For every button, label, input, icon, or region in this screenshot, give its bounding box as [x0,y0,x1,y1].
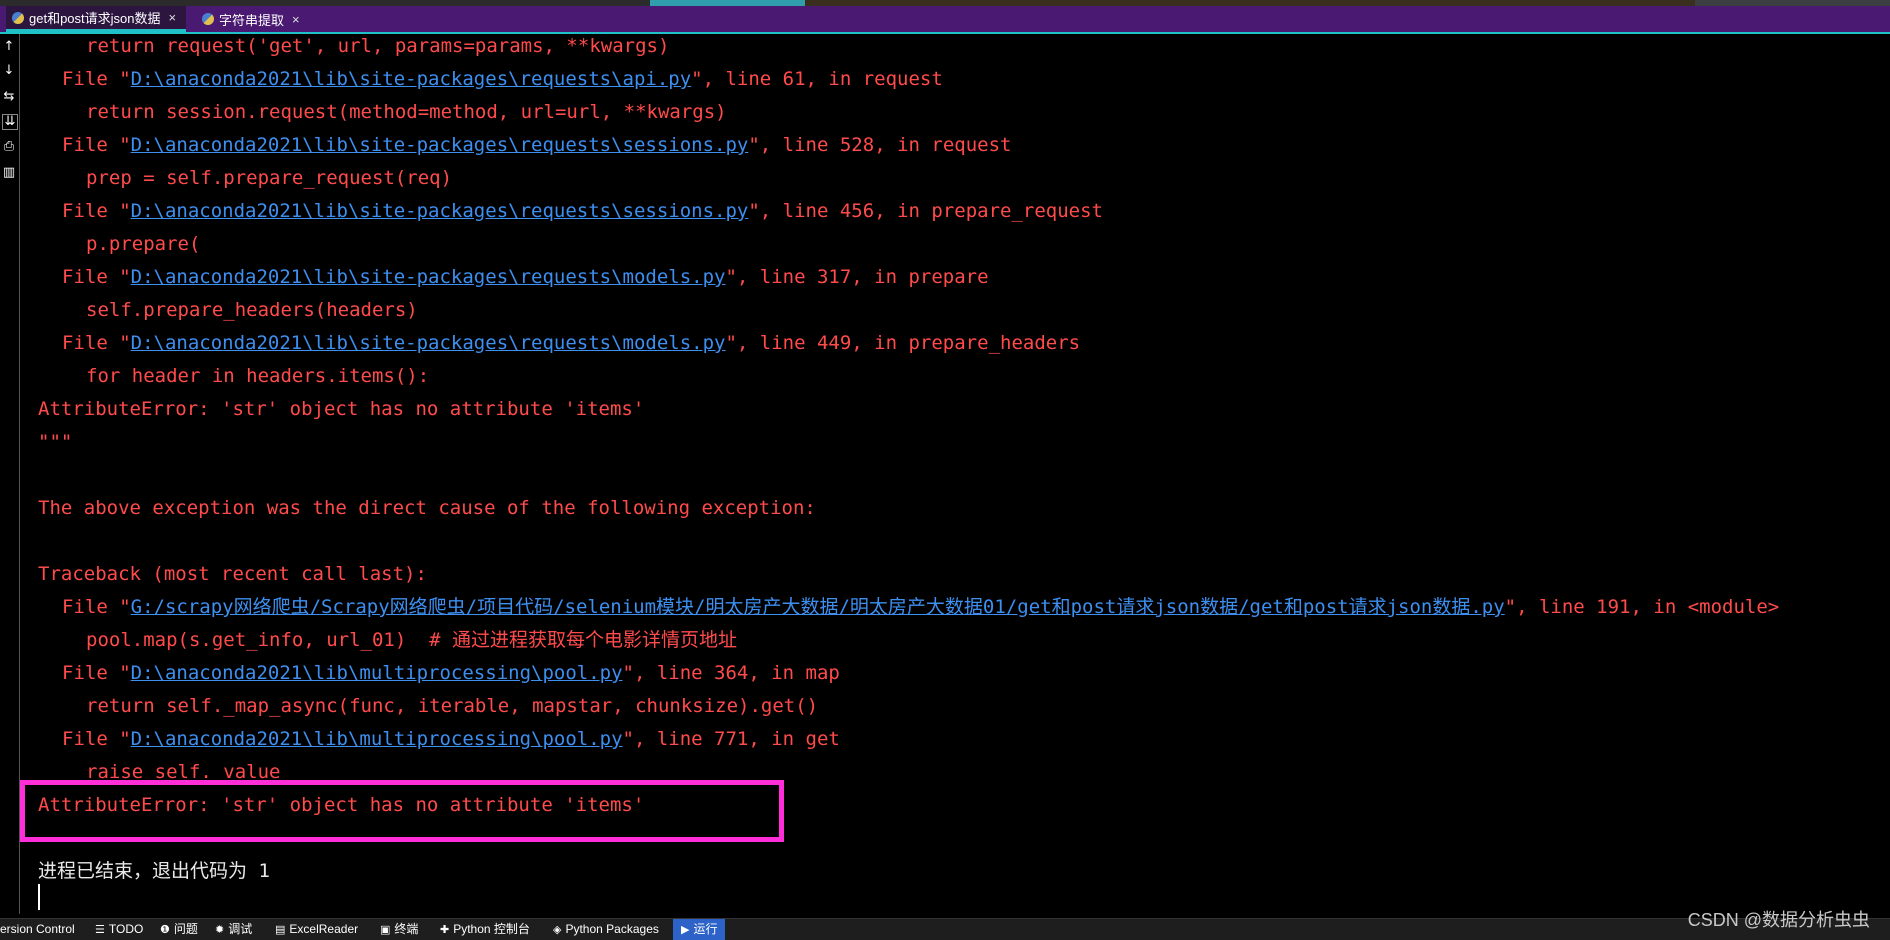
line-prefix: File " [62,200,131,222]
tool-python-console[interactable]: ✚ Python 控制台 [440,919,530,940]
file-link[interactable]: D:\anaconda2021\lib\site-packages\reques… [131,134,749,156]
line-prefix: File " [62,332,131,354]
tool-todo[interactable]: ☰ TODO [95,919,143,940]
down-arrow-icon[interactable]: ↓ [2,64,16,78]
line-prefix: File " [62,596,131,618]
line-prefix: File " [62,134,131,156]
trash-icon[interactable]: ▥ [2,166,16,180]
console-line: """ [38,431,73,453]
play-icon: ▶ [681,923,690,936]
file-link[interactable]: D:\anaconda2021\lib\multiprocessing\pool… [131,662,623,684]
console-line: pool.map(s.get_info, url_01) # 通过进程获取每个电… [86,629,738,651]
tool-python-packages[interactable]: ◈ Python Packages [553,919,659,940]
line-suffix: ", line 317, in prepare [725,266,989,288]
up-arrow-icon[interactable]: ↑ [2,40,16,54]
console-line: return request('get', url, params=params… [86,35,670,57]
console-line: File "G:/scrapy网络爬虫/Scrapy网络爬虫/项目代码/sele… [38,591,1779,624]
console-line: File "D:\anaconda2021\lib\site-packages\… [38,195,1103,228]
file-link[interactable]: D:\anaconda2021\lib\site-packages\reques… [131,68,692,90]
line-suffix: ", line 771, in get [622,728,840,750]
file-link[interactable]: G:/scrapy网络爬虫/Scrapy网络爬虫/项目代码/selenium模块… [131,596,1505,618]
file-link[interactable]: D:\anaconda2021\lib\site-packages\reques… [131,200,749,222]
watermark: CSDN @数据分析虫虫 [1687,910,1870,930]
tab-get-post-json[interactable]: get和post请求json数据 × [6,6,186,32]
tool-excelreader[interactable]: ▤ ExcelReader [275,919,358,940]
tool-label: TODO [108,922,144,936]
problem-icon: ❶ [160,923,170,936]
python-console-icon: ✚ [440,923,450,936]
line-suffix: ", line 449, in prepare_headers [725,332,1081,354]
tool-debug[interactable]: ✹ 调试 [215,919,252,940]
console-line: prep = self.prepare_request(req) [86,167,453,189]
console-line: for header in headers.items(): [86,365,430,387]
console-toolbar: ↑ ↓ ⇆ ⇊ ⎙ ▥ [0,34,20,914]
line-suffix: ", line 528, in request [748,134,1012,156]
console-line: AttributeError: 'str' object has no attr… [38,398,645,420]
line-prefix: File " [62,662,131,684]
tool-version-control[interactable]: ersion Control [0,919,75,940]
console-line: File "D:\anaconda2021\lib\multiprocessin… [38,657,840,690]
excel-icon: ▤ [275,923,286,936]
console-line: File "D:\anaconda2021\lib\site-packages\… [38,129,1011,162]
list-icon: ☰ [95,923,105,936]
tab-label: get和post请求json数据 [29,11,161,26]
tool-label: Python 控制台 [453,922,530,936]
tool-label: Python Packages [565,922,659,936]
console-line: p.prepare( [86,233,201,255]
tool-run[interactable]: ▶ 运行 [673,919,726,940]
packages-icon: ◈ [553,923,562,936]
console-line: File "D:\anaconda2021\lib\site-packages\… [38,327,1080,360]
tab-string-extract[interactable]: 字符串提取 × [196,6,306,32]
close-icon[interactable]: × [292,12,300,27]
line-suffix: ", line 61, in request [691,68,943,90]
tool-label: 问题 [173,922,198,936]
tab-label: 字符串提取 [219,12,285,28]
terminal-icon: ▣ [380,923,391,936]
console-line: File "D:\anaconda2021\lib\multiprocessin… [38,723,840,756]
line-suffix: ", line 191, in <module> [1504,596,1780,618]
tool-problems[interactable]: ❶ 问题 [160,919,198,940]
file-link[interactable]: D:\anaconda2021\lib\multiprocessing\pool… [131,728,623,750]
python-file-icon [12,11,24,24]
debug-icon: ✹ [215,923,225,936]
console-line: File "D:\anaconda2021\lib\site-packages\… [38,261,989,294]
console-line: 进程已结束，退出代码为 1 [38,860,270,882]
console-line: return session.request(method=method, ur… [86,101,727,123]
run-console-output[interactable]: return request('get', url, params=params… [38,30,1888,910]
file-link[interactable]: D:\anaconda2021\lib\site-packages\reques… [131,332,726,354]
console-line: File "D:\anaconda2021\lib\site-packages\… [38,63,943,96]
tool-label: ExcelReader [289,922,359,936]
tool-label: 调试 [228,922,253,936]
file-link[interactable]: D:\anaconda2021\lib\site-packages\reques… [131,266,726,288]
console-line: self.prepare_headers(headers) [86,299,418,321]
close-icon[interactable]: × [169,10,177,25]
line-prefix: File " [62,728,131,750]
line-prefix: File " [62,68,131,90]
scroll-to-end-icon[interactable]: ⇊ [2,114,18,130]
console-line: Traceback (most recent call last): [38,563,427,585]
console-line: return self._map_async(func, iterable, m… [86,695,819,717]
tool-terminal[interactable]: ▣ 终端 [380,919,418,940]
error-highlight-box [20,780,784,842]
line-suffix: ", line 456, in prepare_request [748,200,1103,222]
console-line: The above exception was the direct cause… [38,497,816,519]
tool-label: 运行 [693,922,718,936]
soft-wrap-icon[interactable]: ⇆ [2,90,16,104]
line-prefix: File " [62,266,131,288]
bottom-tool-window-bar: ersion Control ☰ TODO ❶ 问题 ✹ 调试 ▤ ExcelReader ▣ 终端… [0,918,1890,940]
tool-label: 终端 [394,922,419,936]
tool-label: ersion Control [0,922,75,936]
text-cursor [38,884,40,910]
python-file-icon [202,13,214,25]
line-suffix: ", line 364, in map [622,662,840,684]
print-icon[interactable]: ⎙ [2,140,16,154]
